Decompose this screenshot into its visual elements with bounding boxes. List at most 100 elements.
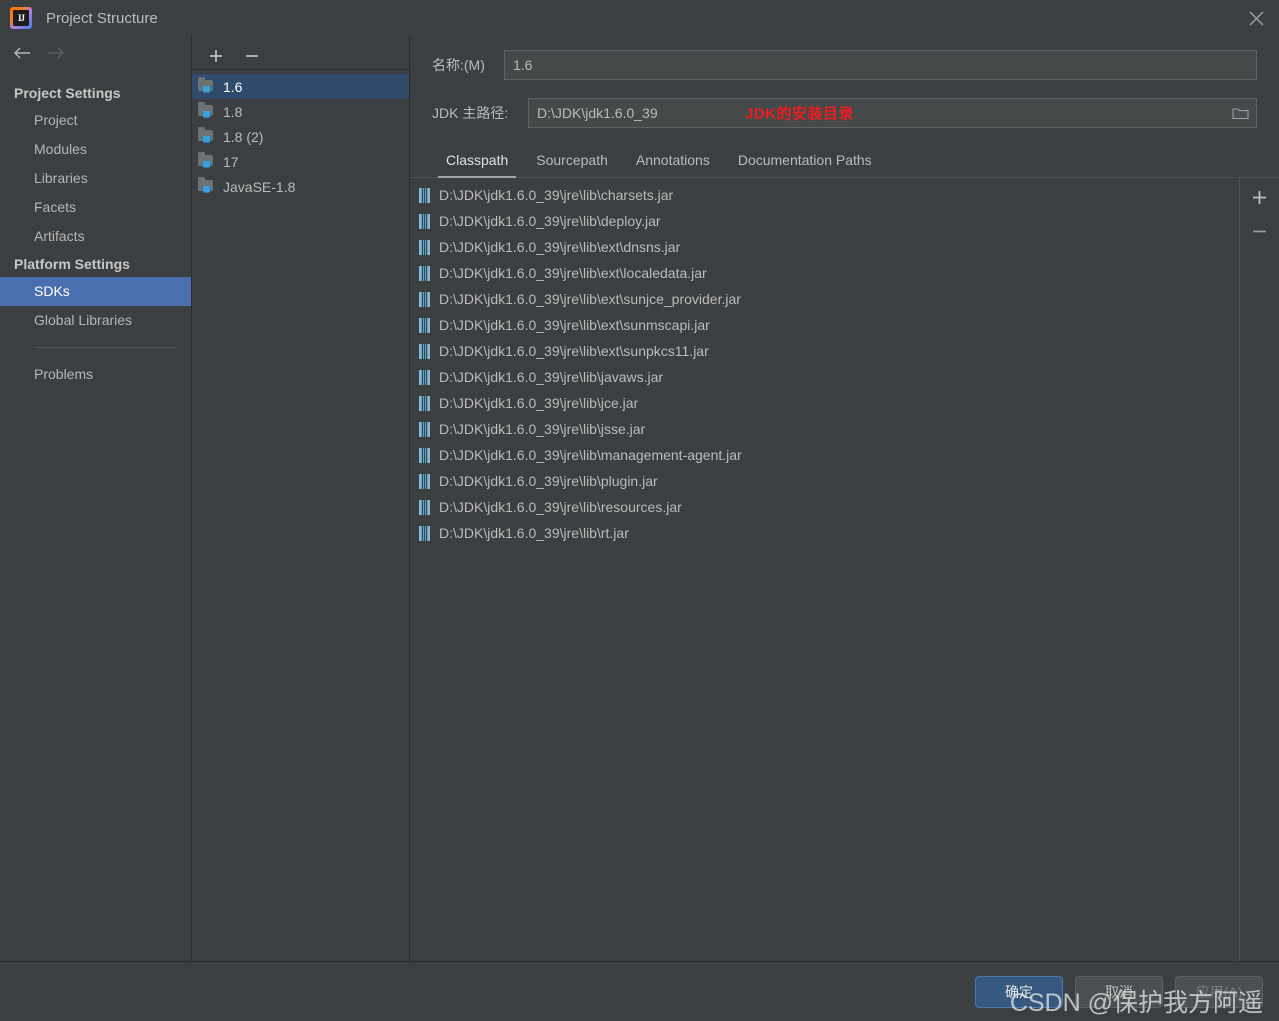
- jar-file-icon: [419, 473, 430, 489]
- folder-icon[interactable]: [1228, 102, 1252, 124]
- classpath-area: D:\JDK\jdk1.6.0_39\jre\lib\charsets.jar …: [410, 178, 1279, 961]
- list-item[interactable]: 1.8 (2): [192, 124, 409, 149]
- ok-button[interactable]: 确定: [975, 975, 1063, 1008]
- jdk-folder-icon: [198, 102, 215, 119]
- classpath-entry-label: D:\JDK\jdk1.6.0_39\jre\lib\jsse.jar: [439, 421, 646, 437]
- jar-file-icon: [419, 499, 430, 515]
- project-structure-dialog: IJ Project Structure Project Settings Pr…: [0, 0, 1279, 1021]
- jar-file-icon: [419, 291, 430, 307]
- sdk-toolbar: [192, 42, 409, 70]
- jdk-home-path-input[interactable]: D:\JDK\jdk1.6.0_39 JDK的安装目录: [528, 98, 1257, 128]
- list-item[interactable]: 17: [192, 149, 409, 174]
- tab-sourcepath[interactable]: Sourcepath: [522, 146, 622, 177]
- jar-file-icon: [419, 395, 430, 411]
- name-input-value: 1.6: [513, 57, 533, 73]
- table-row[interactable]: D:\JDK\jdk1.6.0_39\jre\lib\charsets.jar: [410, 182, 1239, 208]
- apply-button[interactable]: 应用(A): [1175, 975, 1263, 1008]
- path-annotation: JDK的安装目录: [745, 105, 855, 123]
- classpath-entry-label: D:\JDK\jdk1.6.0_39\jre\lib\jce.jar: [439, 395, 639, 411]
- sidebar-item-project[interactable]: Project: [0, 106, 191, 135]
- sidebar-item-global-libraries[interactable]: Global Libraries: [0, 306, 191, 335]
- jar-file-icon: [419, 239, 430, 255]
- classpath-entry-label: D:\JDK\jdk1.6.0_39\jre\lib\plugin.jar: [439, 473, 658, 489]
- tab-classpath[interactable]: Classpath: [432, 146, 522, 178]
- sdk-item-label: 1.8: [223, 103, 243, 120]
- jdk-folder-icon: [198, 177, 215, 194]
- sidebar-item-facets[interactable]: Facets: [0, 193, 191, 222]
- nav-group-project-settings: Project Settings: [14, 85, 121, 101]
- name-label: 名称:(M): [432, 57, 485, 73]
- table-row[interactable]: D:\JDK\jdk1.6.0_39\jre\lib\ext\sunjce_pr…: [410, 286, 1239, 312]
- sdk-list-panel: 1.6 1.8 1.8 (2) 17 JavaSE-1.8: [192, 36, 410, 961]
- table-row[interactable]: D:\JDK\jdk1.6.0_39\jre\lib\jsse.jar: [410, 416, 1239, 442]
- table-row[interactable]: D:\JDK\jdk1.6.0_39\jre\lib\rt.jar: [410, 520, 1239, 546]
- list-item[interactable]: JavaSE-1.8: [192, 174, 409, 199]
- table-row[interactable]: D:\JDK\jdk1.6.0_39\jre\lib\jce.jar: [410, 390, 1239, 416]
- tab-annotations[interactable]: Annotations: [622, 146, 724, 177]
- classpath-entry-label: D:\JDK\jdk1.6.0_39\jre\lib\ext\localedat…: [439, 265, 707, 281]
- jdk-home-path-value: D:\JDK\jdk1.6.0_39: [537, 105, 658, 121]
- list-item[interactable]: 1.8: [192, 99, 409, 124]
- table-row[interactable]: D:\JDK\jdk1.6.0_39\jre\lib\resources.jar: [410, 494, 1239, 520]
- intellij-logo-icon: IJ: [10, 7, 32, 29]
- arrow-right-icon[interactable]: [46, 43, 66, 63]
- table-row[interactable]: D:\JDK\jdk1.6.0_39\jre\lib\ext\localedat…: [410, 260, 1239, 286]
- classpath-list: D:\JDK\jdk1.6.0_39\jre\lib\charsets.jar …: [410, 178, 1239, 961]
- close-icon[interactable]: [1233, 0, 1279, 36]
- jar-file-icon: [419, 525, 430, 541]
- jar-file-icon: [419, 213, 430, 229]
- classpath-buttons: [1239, 178, 1279, 961]
- jar-file-icon: [419, 187, 430, 203]
- table-row[interactable]: D:\JDK\jdk1.6.0_39\jre\lib\management-ag…: [410, 442, 1239, 468]
- dialog-footer: 确定 取消 应用(A) CSDN @保护我方阿遥: [0, 961, 1279, 1021]
- classpath-entry-label: D:\JDK\jdk1.6.0_39\jre\lib\ext\sunjce_pr…: [439, 291, 741, 307]
- classpath-entry-label: D:\JDK\jdk1.6.0_39\jre\lib\deploy.jar: [439, 213, 661, 229]
- sidebar-item-problems[interactable]: Problems: [0, 360, 191, 389]
- classpath-entry-label: D:\JDK\jdk1.6.0_39\jre\lib\ext\sunpkcs11…: [439, 343, 709, 359]
- jar-file-icon: [419, 447, 430, 463]
- plus-icon[interactable]: [206, 46, 226, 66]
- table-row[interactable]: D:\JDK\jdk1.6.0_39\jre\lib\ext\dnsns.jar: [410, 234, 1239, 260]
- classpath-entry-label: D:\JDK\jdk1.6.0_39\jre\lib\management-ag…: [439, 447, 742, 463]
- cancel-button[interactable]: 取消: [1075, 975, 1163, 1008]
- window-title: Project Structure: [46, 9, 158, 27]
- sidebar-item-sdks[interactable]: SDKs: [0, 277, 191, 306]
- table-row[interactable]: D:\JDK\jdk1.6.0_39\jre\lib\ext\sunmscapi…: [410, 312, 1239, 338]
- jar-file-icon: [419, 317, 430, 333]
- sdk-list: 1.6 1.8 1.8 (2) 17 JavaSE-1.8: [192, 70, 409, 961]
- jar-file-icon: [419, 343, 430, 359]
- table-row[interactable]: D:\JDK\jdk1.6.0_39\jre\lib\ext\sunpkcs11…: [410, 338, 1239, 364]
- jar-file-icon: [419, 265, 430, 281]
- classpath-entry-label: D:\JDK\jdk1.6.0_39\jre\lib\ext\dnsns.jar: [439, 239, 681, 255]
- sidebar-item-modules[interactable]: Modules: [0, 135, 191, 164]
- plus-icon[interactable]: [1249, 186, 1271, 208]
- sdk-item-label: 1.8 (2): [223, 128, 264, 145]
- jdk-home-path-label: JDK 主路径:: [432, 105, 509, 121]
- jdk-folder-icon: [198, 77, 215, 94]
- details-tabs: Classpath Sourcepath Annotations Documen…: [410, 146, 1279, 178]
- name-input[interactable]: 1.6: [504, 50, 1257, 80]
- sdk-details-panel: 名称:(M) 1.6 JDK 主路径: D:\JDK\jdk1.6.0_39 J…: [410, 36, 1279, 961]
- sidebar-item-artifacts[interactable]: Artifacts: [0, 222, 191, 251]
- classpath-entry-label: D:\JDK\jdk1.6.0_39\jre\lib\javaws.jar: [439, 369, 664, 385]
- nav-arrows: [0, 36, 191, 70]
- table-row[interactable]: D:\JDK\jdk1.6.0_39\jre\lib\plugin.jar: [410, 468, 1239, 494]
- tab-documentation-paths[interactable]: Documentation Paths: [724, 146, 886, 177]
- sidebar-item-libraries[interactable]: Libraries: [0, 164, 191, 193]
- sidebar-divider: [34, 347, 177, 348]
- table-row[interactable]: D:\JDK\jdk1.6.0_39\jre\lib\deploy.jar: [410, 208, 1239, 234]
- classpath-entry-label: D:\JDK\jdk1.6.0_39\jre\lib\charsets.jar: [439, 187, 674, 203]
- settings-nav-list: Project Settings Project Modules Librari…: [0, 70, 191, 389]
- list-item[interactable]: 1.6: [192, 74, 409, 99]
- minus-icon[interactable]: [242, 46, 262, 66]
- jar-file-icon: [419, 369, 430, 385]
- classpath-entry-label: D:\JDK\jdk1.6.0_39\jre\lib\resources.jar: [439, 499, 682, 515]
- logo-text: IJ: [13, 10, 29, 26]
- minus-icon[interactable]: [1249, 220, 1271, 242]
- sdk-item-label: 17: [223, 153, 239, 170]
- arrow-left-icon[interactable]: [12, 43, 32, 63]
- jar-file-icon: [419, 421, 430, 437]
- table-row[interactable]: D:\JDK\jdk1.6.0_39\jre\lib\javaws.jar: [410, 364, 1239, 390]
- classpath-entry-label: D:\JDK\jdk1.6.0_39\jre\lib\ext\sunmscapi…: [439, 317, 710, 333]
- classpath-entry-label: D:\JDK\jdk1.6.0_39\jre\lib\rt.jar: [439, 525, 629, 541]
